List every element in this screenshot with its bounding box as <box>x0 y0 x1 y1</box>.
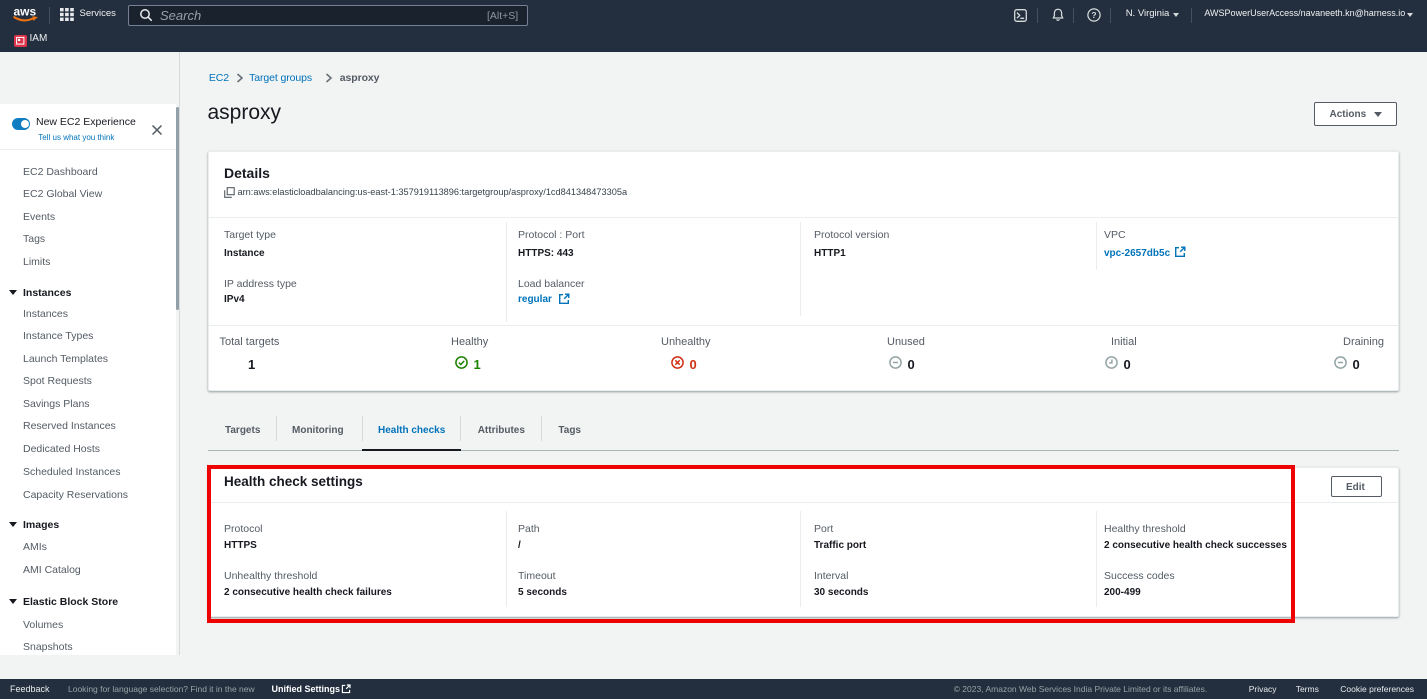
svg-text:aws: aws <box>14 4 37 18</box>
svg-text:?: ? <box>1092 10 1097 20</box>
